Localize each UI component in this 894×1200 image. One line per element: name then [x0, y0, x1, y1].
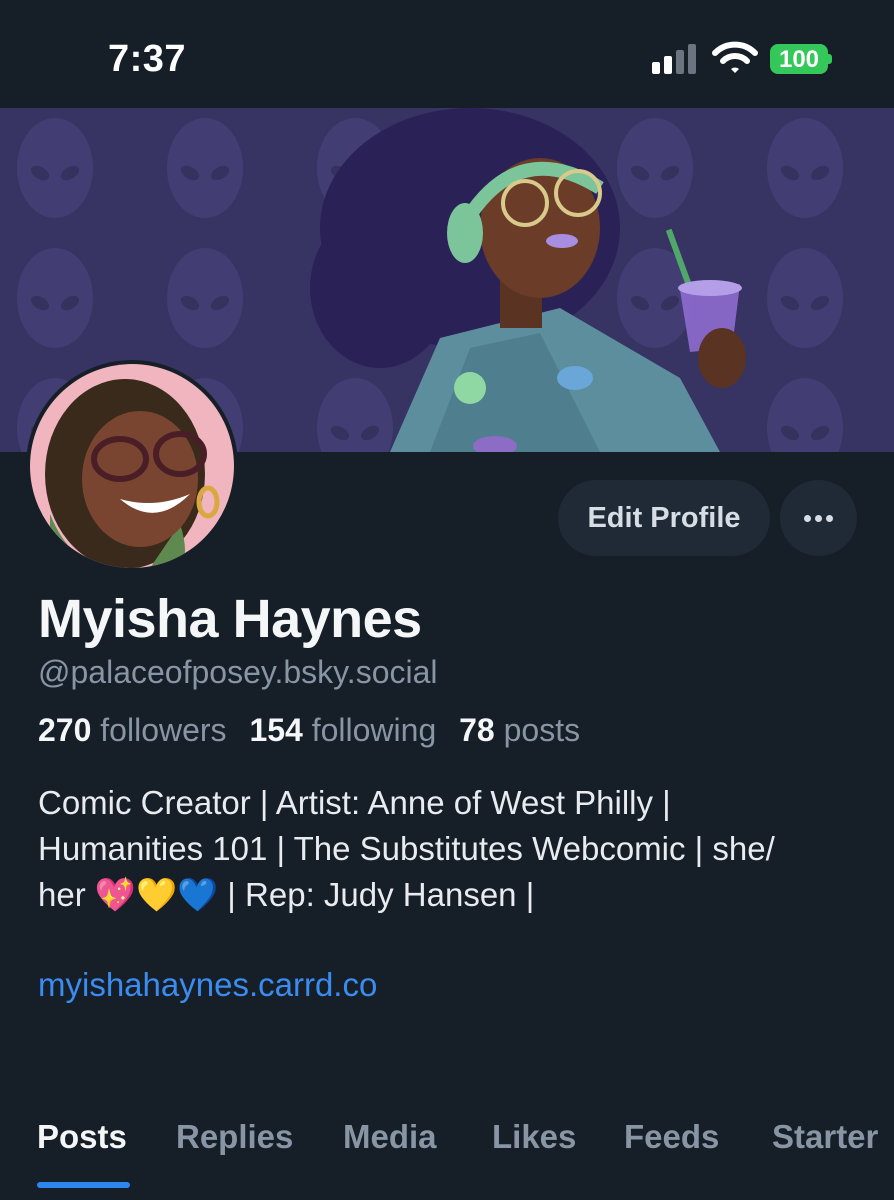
battery-level: 100 — [778, 46, 820, 73]
profile-handle: @palaceofposey.bsky.social — [38, 654, 438, 690]
tab-feeds[interactable]: Feeds — [624, 1118, 719, 1156]
posts-label: posts — [503, 712, 581, 748]
posts-stat: 78 posts — [459, 712, 580, 748]
followers-link[interactable]: 270 followers — [38, 712, 227, 748]
avatar-image — [30, 364, 234, 568]
battery-icon: 100 — [770, 44, 832, 74]
tab-starter[interactable]: Starter — [772, 1118, 878, 1156]
followers-count: 270 — [38, 712, 92, 748]
profile-tabs: Posts Replies Media Likes Feeds Starter — [0, 1110, 894, 1200]
status-time: 7:37 — [108, 38, 187, 80]
status-bar: 7:37 100 — [0, 0, 894, 108]
following-link[interactable]: 154 following — [249, 712, 436, 748]
bio-line: Humanities 101 | The Substitutes Webcomi… — [38, 830, 775, 867]
profile-stats: 270 followers 154 following 78 posts — [38, 712, 580, 749]
bio-line: her 💖💛💙 | Rep: Judy Hansen | — [38, 876, 535, 913]
active-tab-indicator — [37, 1182, 130, 1188]
display-name: Myisha Haynes — [38, 589, 422, 649]
edit-profile-button[interactable]: Edit Profile — [558, 480, 770, 556]
more-options-button[interactable] — [780, 480, 857, 556]
followers-label: followers — [100, 712, 227, 748]
tab-replies[interactable]: Replies — [176, 1118, 293, 1156]
bio-line: Comic Creator | Artist: Anne of West Phi… — [38, 784, 671, 821]
profile-bio: Comic Creator | Artist: Anne of West Phi… — [38, 780, 868, 918]
avatar[interactable] — [26, 360, 238, 572]
tab-likes[interactable]: Likes — [492, 1118, 576, 1156]
tab-posts[interactable]: Posts — [37, 1118, 127, 1156]
profile-website-link[interactable]: myishahaynes.carrd.co — [38, 966, 377, 1004]
tab-media[interactable]: Media — [343, 1118, 437, 1156]
posts-count: 78 — [459, 712, 495, 748]
cellular-signal-icon — [652, 44, 698, 74]
wifi-icon — [712, 40, 758, 76]
following-count: 154 — [249, 712, 303, 748]
following-label: following — [311, 712, 437, 748]
